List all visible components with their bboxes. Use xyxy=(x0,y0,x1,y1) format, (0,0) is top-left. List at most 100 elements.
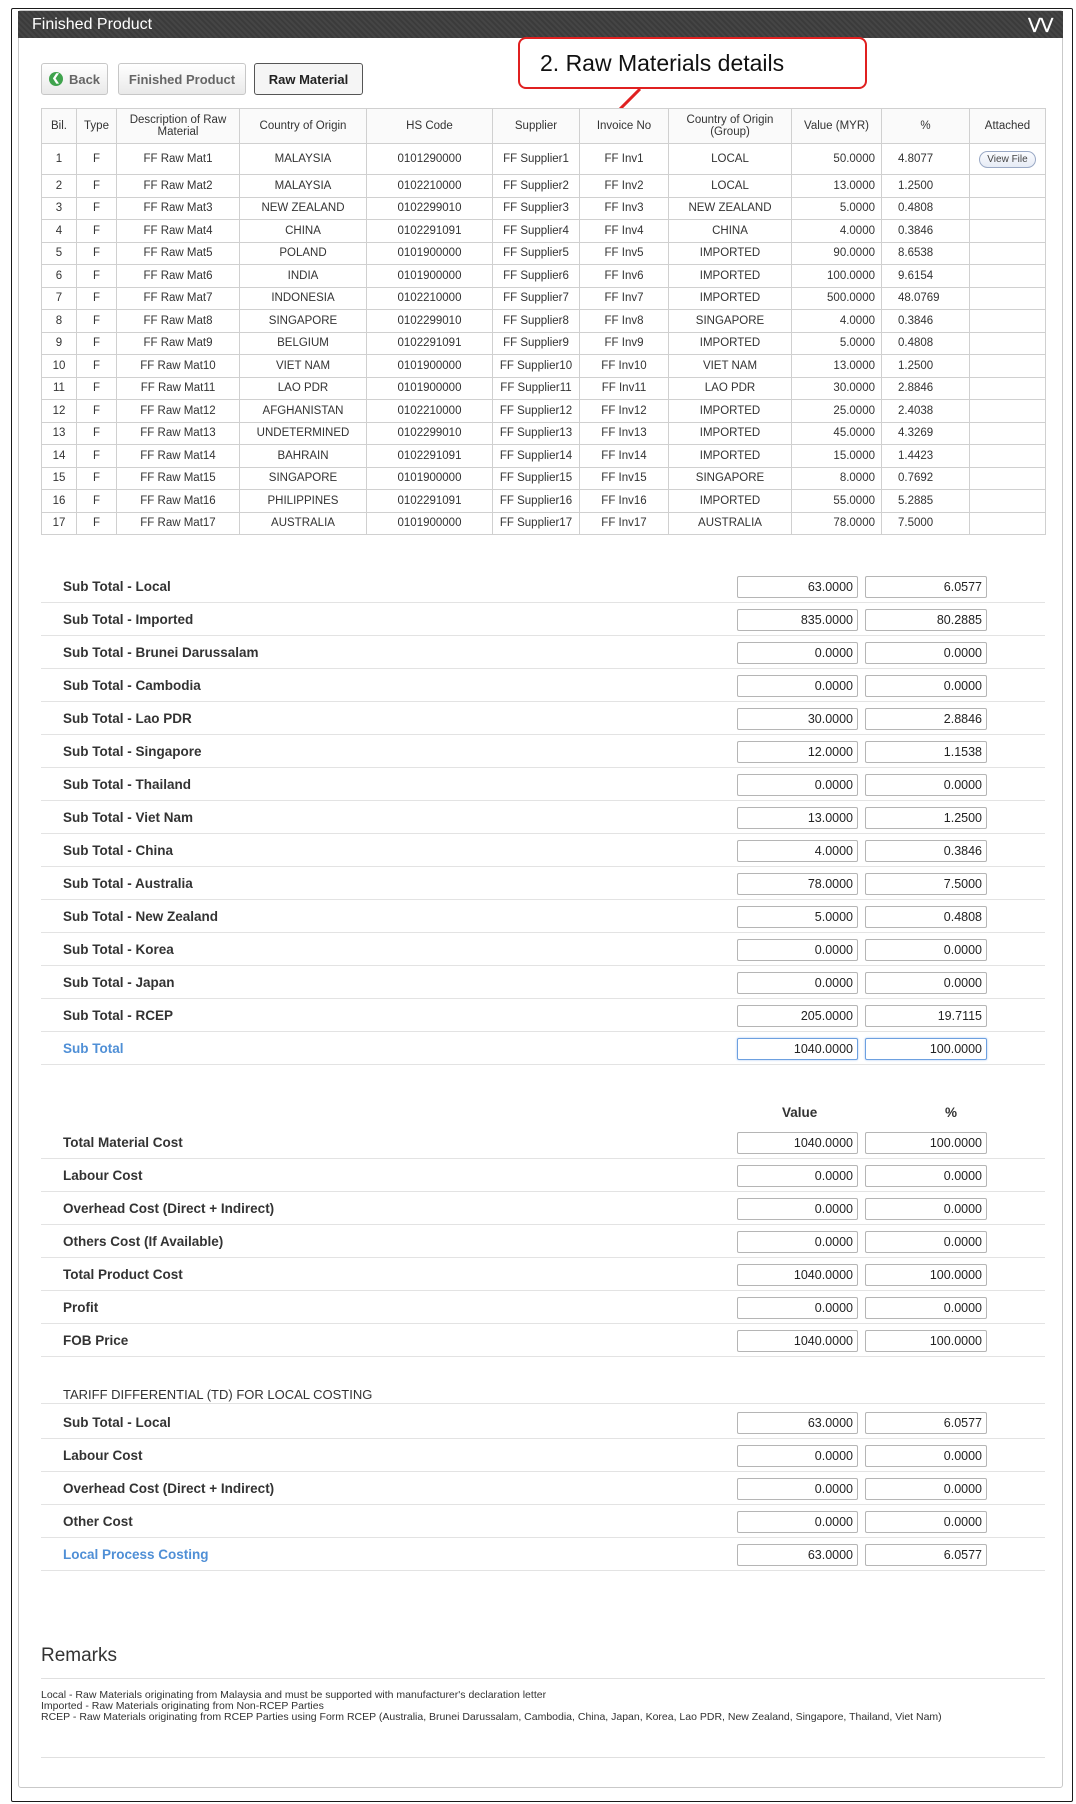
table-cell: INDIA xyxy=(239,264,367,288)
raw-material-tab-button[interactable]: Raw Material xyxy=(254,63,363,95)
table-cell: 0.7692 xyxy=(881,466,970,490)
percent-field[interactable]: 0.0000 xyxy=(865,774,987,796)
value-field[interactable]: 63.0000 xyxy=(737,576,858,598)
percent-field[interactable]: 19.7115 xyxy=(865,1005,987,1027)
value-field[interactable]: 0.0000 xyxy=(737,1445,858,1467)
percent-field[interactable]: 0.4808 xyxy=(865,906,987,928)
percent-field[interactable]: 100.0000 xyxy=(865,1330,987,1352)
value-field[interactable]: 0.0000 xyxy=(737,1297,858,1319)
table-cell: F xyxy=(76,196,117,220)
value-field[interactable]: 1040.0000 xyxy=(737,1038,858,1060)
table-row: 8 F FF Raw Mat8 SINGAPORE 0102299010 FF Suppl… xyxy=(41,309,1046,333)
value-field[interactable]: 0.0000 xyxy=(737,774,858,796)
value-field[interactable]: 1040.0000 xyxy=(737,1264,858,1286)
table-body: 1 F FF Raw Mat1 MALAYSIA 0101290000 FF Suppli… xyxy=(41,143,1046,535)
percent-field[interactable]: 0.0000 xyxy=(865,1511,987,1533)
table-cell: 4.8077 xyxy=(881,143,970,175)
table-cell: FF Raw Mat10 xyxy=(116,354,240,378)
percent-field[interactable]: 6.0577 xyxy=(865,1544,987,1566)
percent-field[interactable]: 6.0577 xyxy=(865,1412,987,1434)
percent-field[interactable]: 0.0000 xyxy=(865,675,987,697)
view-file-button[interactable]: View File xyxy=(979,150,1036,168)
table-cell: SINGAPORE xyxy=(239,309,367,333)
back-button[interactable]: ❮ Back xyxy=(41,63,108,95)
collapse-chevron-icon[interactable]: ⋁⋁ xyxy=(1028,17,1053,32)
back-arrow-icon: ❮ xyxy=(48,72,63,86)
table-cell: 0.4808 xyxy=(881,196,970,220)
table-cell: FF Raw Mat5 xyxy=(116,241,240,265)
value-field[interactable]: 0.0000 xyxy=(737,1478,858,1500)
table-cell: 1.2500 xyxy=(881,174,970,198)
percent-field[interactable]: 100.0000 xyxy=(865,1264,987,1286)
table-cell: NEW ZEALAND xyxy=(239,196,367,220)
value-field[interactable]: 30.0000 xyxy=(737,708,858,730)
value-field[interactable]: 835.0000 xyxy=(737,609,858,631)
percent-field[interactable]: 0.0000 xyxy=(865,1297,987,1319)
percent-field[interactable]: 1.1538 xyxy=(865,741,987,763)
value-field[interactable]: 0.0000 xyxy=(737,1165,858,1187)
percent-field[interactable]: 100.0000 xyxy=(865,1038,987,1060)
percent-field[interactable]: 0.0000 xyxy=(865,939,987,961)
table-cell: FF Raw Mat1 xyxy=(116,143,240,175)
table-cell: 9.6154 xyxy=(881,264,970,288)
table-cell: 48.0769 xyxy=(881,286,970,310)
table-cell: 2.8846 xyxy=(881,376,970,400)
percent-field[interactable]: 80.2885 xyxy=(865,609,987,631)
value-field[interactable]: 0.0000 xyxy=(737,939,858,961)
percent-field[interactable]: 0.0000 xyxy=(865,1165,987,1187)
value-field[interactable]: 13.0000 xyxy=(737,807,858,829)
percent-field[interactable]: 0.3846 xyxy=(865,840,987,862)
percent-field[interactable]: 0.0000 xyxy=(865,1198,987,1220)
value-field[interactable]: 4.0000 xyxy=(737,840,858,862)
table-cell: FF Supplier10 xyxy=(492,354,580,378)
percent-field[interactable]: 0.0000 xyxy=(865,1231,987,1253)
table-cell: 4.3269 xyxy=(881,421,970,445)
summary-row: Sub Total - RCEP 205.0000 19.7115 xyxy=(41,999,1045,1032)
value-field[interactable]: 0.0000 xyxy=(737,642,858,664)
summary-row: FOB Price 1040.0000 100.0000 xyxy=(41,1324,1045,1357)
table-cell: F xyxy=(76,354,117,378)
percent-field[interactable]: 6.0577 xyxy=(865,576,987,598)
table-cell: IMPORTED xyxy=(668,489,792,513)
table-cell: FF Inv10 xyxy=(579,354,669,378)
value-field[interactable]: 78.0000 xyxy=(737,873,858,895)
value-field[interactable]: 1040.0000 xyxy=(737,1330,858,1352)
table-cell: FF Inv15 xyxy=(579,466,669,490)
value-field[interactable]: 0.0000 xyxy=(737,1231,858,1253)
remarks-title: Remarks xyxy=(41,1645,118,1666)
percent-field[interactable]: 0.0000 xyxy=(865,1478,987,1500)
percent-field[interactable]: 0.0000 xyxy=(865,972,987,994)
value-field[interactable]: 0.0000 xyxy=(737,972,858,994)
value-field[interactable]: 205.0000 xyxy=(737,1005,858,1027)
table-cell: PHILIPPINES xyxy=(239,489,367,513)
value-field[interactable]: 63.0000 xyxy=(737,1412,858,1434)
percent-field[interactable]: 2.8846 xyxy=(865,708,987,730)
table-cell: F xyxy=(76,444,117,468)
table-cell: FF Inv6 xyxy=(579,264,669,288)
table-cell: 0102210000 xyxy=(366,399,493,423)
table-cell: FF Supplier8 xyxy=(492,309,580,333)
value-field[interactable]: 1040.0000 xyxy=(737,1132,858,1154)
table-cell: 10 xyxy=(41,354,77,378)
percent-field[interactable]: 1.2500 xyxy=(865,807,987,829)
value-field[interactable]: 0.0000 xyxy=(737,1511,858,1533)
value-field[interactable]: 63.0000 xyxy=(737,1544,858,1566)
percent-field[interactable]: 100.0000 xyxy=(865,1132,987,1154)
value-field[interactable]: 5.0000 xyxy=(737,906,858,928)
value-field[interactable]: 12.0000 xyxy=(737,741,858,763)
table-cell: 4.0000 xyxy=(791,219,882,243)
table-cell: FF Supplier15 xyxy=(492,466,580,490)
value-field[interactable]: 0.0000 xyxy=(737,675,858,697)
summary-row: Labour Cost 0.0000 0.0000 xyxy=(41,1439,1045,1472)
table-cell: BELGIUM xyxy=(239,331,367,355)
percent-field[interactable]: 0.0000 xyxy=(865,1445,987,1467)
percent-field[interactable]: 0.0000 xyxy=(865,642,987,664)
table-row: 14 F FF Raw Mat14 BAHRAIN 0102291091 FF Suppl… xyxy=(41,444,1046,468)
value-field[interactable]: 0.0000 xyxy=(737,1198,858,1220)
summary-row-label: Sub Total - Thailand xyxy=(63,777,191,792)
table-cell: FF Raw Mat14 xyxy=(116,444,240,468)
finished-product-tab-button[interactable]: Finished Product xyxy=(118,63,246,95)
table-cell: FF Inv3 xyxy=(579,196,669,220)
percent-field[interactable]: 7.5000 xyxy=(865,873,987,895)
table-cell: FF Inv1 xyxy=(579,143,669,175)
